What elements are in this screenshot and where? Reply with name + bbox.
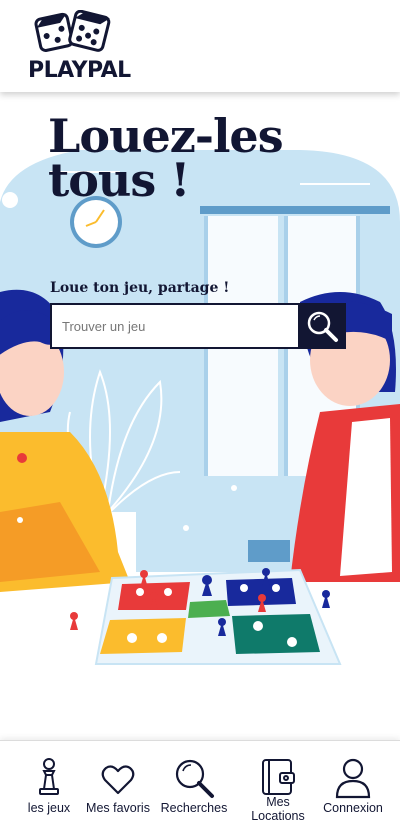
nav-item-les-jeux[interactable]: les jeux [9,751,89,827]
nav-label-connexion: Connexion [323,801,383,815]
hero-subtitle: Loue ton jeu, partage ! [50,280,230,296]
heart-icon [101,765,135,795]
nav-label-recherches: Recherches [160,801,228,815]
nav-item-recherches[interactable]: Recherches [154,751,234,827]
nav-item-mes-favoris[interactable]: Mes favoris [78,751,158,827]
nav-label-mes-locations-line-2: Locations [251,809,305,823]
hero-section: Louez-les tous ! Loue ton jeu, partage ! [0,92,400,740]
wallet-icon [262,759,295,795]
nav-label-mes-favoris: Mes favoris [86,801,150,815]
dice-icon [34,10,111,52]
chess-pawn-icon [39,758,59,795]
search-input[interactable] [50,303,298,349]
user-icon [335,758,371,799]
logo-text: PLAYPAL [28,58,131,83]
nav-label-mes-locations: Mes Locations [238,795,318,823]
nav-label-les-jeux: les jeux [27,801,71,815]
hero-title-line-2: tous ! [48,153,190,207]
hero-title: Louez-les tous ! [48,113,368,203]
search-icon [175,759,214,798]
search-icon [307,311,338,342]
nav-item-connexion[interactable]: Connexion [313,751,393,827]
app-header: PLAYPAL [0,0,400,92]
search-button[interactable] [298,303,346,349]
bottom-navigation: les jeux Mes favoris Recherches Mes Loca… [0,740,400,832]
search-bar [50,303,346,349]
nav-label-mes-locations-line-1: Mes [266,795,290,809]
nav-item-mes-locations[interactable]: Mes Locations [238,751,318,827]
logo[interactable]: PLAYPAL [28,10,131,83]
